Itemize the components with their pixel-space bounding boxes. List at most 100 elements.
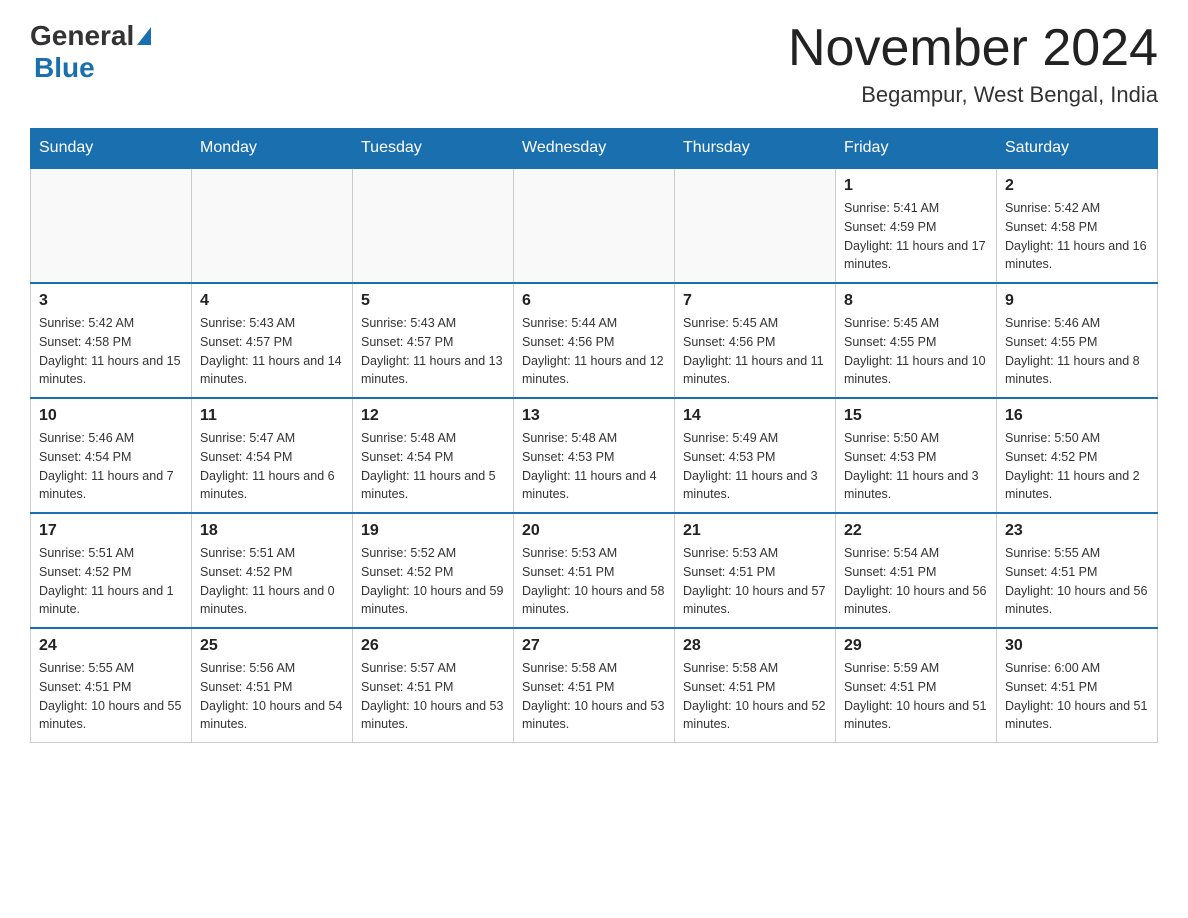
calendar-cell-w5-d4: 28Sunrise: 5:58 AMSunset: 4:51 PMDayligh… — [675, 628, 836, 743]
day-number: 14 — [683, 407, 827, 425]
day-number: 25 — [200, 637, 344, 655]
day-number: 13 — [522, 407, 666, 425]
day-info: Sunrise: 5:41 AMSunset: 4:59 PMDaylight:… — [844, 199, 988, 274]
page-header: General Blue November 2024 Begampur, Wes… — [30, 20, 1158, 108]
day-number: 18 — [200, 522, 344, 540]
header-wednesday: Wednesday — [514, 129, 675, 169]
header-thursday: Thursday — [675, 129, 836, 169]
calendar-cell-w2-d0: 3 Sunrise: 5:42 AMSunset: 4:58 PMDaylight… — [31, 283, 192, 398]
day-number: 9 — [1005, 292, 1149, 310]
day-info: Sunrise: 5:55 AMSunset: 4:51 PMDaylight:… — [39, 659, 183, 734]
calendar-cell-w4-d3: 20 Sunrise: 5:53 AMSunset: 4:51 PMDayligh… — [514, 513, 675, 628]
day-info: Sunrise: 5:48 AMSunset: 4:54 PMDaylight:… — [361, 429, 505, 504]
logo-triangle-icon — [137, 27, 151, 45]
day-info: Sunrise: 5:53 AMSunset: 4:51 PMDaylight:… — [522, 544, 666, 619]
day-number: 3 — [39, 292, 183, 310]
day-number: 1 — [844, 177, 988, 195]
day-info: Sunrise: 5:46 AMSunset: 4:54 PMDaylight:… — [39, 429, 183, 504]
calendar-cell-w3-d3: 13 Sunrise: 5:48 AMSunset: 4:53 PMDayligh… — [514, 398, 675, 513]
day-info: Sunrise: 5:42 AMSunset: 4:58 PMDaylight:… — [1005, 199, 1149, 274]
day-number: 29 — [844, 637, 988, 655]
day-number: 20 — [522, 522, 666, 540]
day-info: Sunrise: 5:43 AMSunset: 4:57 PMDaylight:… — [361, 314, 505, 389]
header-friday: Friday — [836, 129, 997, 169]
week-row-1: 1 Sunrise: 5:41 AMSunset: 4:59 PMDaylight… — [31, 168, 1158, 283]
day-info: Sunrise: 5:56 AMSunset: 4:51 PMDaylight:… — [200, 659, 344, 734]
calendar-cell-w5-d5: 29 Sunrise: 5:59 AMSunset: 4:51 PMDayligh… — [836, 628, 997, 743]
day-number: 7 — [683, 292, 827, 310]
calendar-cell-w3-d0: 10 Sunrise: 5:46 AMSunset: 4:54 PMDayligh… — [31, 398, 192, 513]
day-info: Sunrise: 5:55 AMSunset: 4:51 PMDaylight:… — [1005, 544, 1149, 619]
day-info: Sunrise: 5:47 AMSunset: 4:54 PMDaylight:… — [200, 429, 344, 504]
day-number: 10 — [39, 407, 183, 425]
day-number: 19 — [361, 522, 505, 540]
month-title: November 2024 — [788, 20, 1158, 77]
calendar-cell-w4-d6: 23 Sunrise: 5:55 AMSunset: 4:51 PMDayligh… — [997, 513, 1158, 628]
calendar-cell-w3-d1: 11 Sunrise: 5:47 AMSunset: 4:54 PMDayligh… — [192, 398, 353, 513]
day-info: Sunrise: 5:43 AMSunset: 4:57 PMDaylight:… — [200, 314, 344, 389]
header-saturday: Saturday — [997, 129, 1158, 169]
day-info: Sunrise: 5:45 AMSunset: 4:56 PMDaylight:… — [683, 314, 827, 389]
day-number: 5 — [361, 292, 505, 310]
day-number: 11 — [200, 407, 344, 425]
day-info: Sunrise: 5:52 AMSunset: 4:52 PMDaylight:… — [361, 544, 505, 619]
day-info: Sunrise: 6:00 AMSunset: 4:51 PMDaylight:… — [1005, 659, 1149, 734]
weekday-header-row: Sunday Monday Tuesday Wednesday Thursday… — [31, 129, 1158, 169]
calendar-cell-w4-d4: 21 Sunrise: 5:53 AMSunset: 4:51 PMDayligh… — [675, 513, 836, 628]
calendar-cell-w5-d1: 25 Sunrise: 5:56 AMSunset: 4:51 PMDayligh… — [192, 628, 353, 743]
calendar-cell-w2-d2: 5 Sunrise: 5:43 AMSunset: 4:57 PMDaylight… — [353, 283, 514, 398]
day-info: Sunrise: 5:49 AMSunset: 4:53 PMDaylight:… — [683, 429, 827, 504]
day-info: Sunrise: 5:54 AMSunset: 4:51 PMDaylight:… — [844, 544, 988, 619]
week-row-3: 10 Sunrise: 5:46 AMSunset: 4:54 PMDayligh… — [31, 398, 1158, 513]
day-number: 6 — [522, 292, 666, 310]
calendar-cell-w1-d6: 2 Sunrise: 5:42 AMSunset: 4:58 PMDaylight… — [997, 168, 1158, 283]
week-row-5: 24Sunrise: 5:55 AMSunset: 4:51 PMDayligh… — [31, 628, 1158, 743]
logo: General Blue — [30, 20, 151, 84]
location-title: Begampur, West Bengal, India — [788, 82, 1158, 108]
calendar-cell-w1-d0 — [31, 168, 192, 283]
day-number: 16 — [1005, 407, 1149, 425]
calendar-cell-w3-d6: 16 Sunrise: 5:50 AMSunset: 4:52 PMDayligh… — [997, 398, 1158, 513]
title-section: November 2024 Begampur, West Bengal, Ind… — [788, 20, 1158, 108]
calendar-table: Sunday Monday Tuesday Wednesday Thursday… — [30, 128, 1158, 743]
calendar-cell-w5-d2: 26Sunrise: 5:57 AMSunset: 4:51 PMDayligh… — [353, 628, 514, 743]
day-number: 26 — [361, 637, 505, 655]
day-info: Sunrise: 5:51 AMSunset: 4:52 PMDaylight:… — [200, 544, 344, 619]
calendar-cell-w3-d2: 12Sunrise: 5:48 AMSunset: 4:54 PMDayligh… — [353, 398, 514, 513]
day-number: 27 — [522, 637, 666, 655]
day-info: Sunrise: 5:58 AMSunset: 4:51 PMDaylight:… — [522, 659, 666, 734]
day-info: Sunrise: 5:59 AMSunset: 4:51 PMDaylight:… — [844, 659, 988, 734]
calendar-cell-w2-d3: 6 Sunrise: 5:44 AMSunset: 4:56 PMDaylight… — [514, 283, 675, 398]
day-number: 17 — [39, 522, 183, 540]
logo-general-text: General — [30, 20, 134, 52]
day-info: Sunrise: 5:53 AMSunset: 4:51 PMDaylight:… — [683, 544, 827, 619]
week-row-2: 3 Sunrise: 5:42 AMSunset: 4:58 PMDaylight… — [31, 283, 1158, 398]
day-info: Sunrise: 5:44 AMSunset: 4:56 PMDaylight:… — [522, 314, 666, 389]
calendar-cell-w2-d4: 7 Sunrise: 5:45 AMSunset: 4:56 PMDaylight… — [675, 283, 836, 398]
day-number: 23 — [1005, 522, 1149, 540]
day-info: Sunrise: 5:48 AMSunset: 4:53 PMDaylight:… — [522, 429, 666, 504]
calendar-cell-w5-d6: 30 Sunrise: 6:00 AMSunset: 4:51 PMDayligh… — [997, 628, 1158, 743]
calendar-cell-w1-d5: 1 Sunrise: 5:41 AMSunset: 4:59 PMDaylight… — [836, 168, 997, 283]
calendar-cell-w2-d5: 8Sunrise: 5:45 AMSunset: 4:55 PMDaylight… — [836, 283, 997, 398]
day-number: 2 — [1005, 177, 1149, 195]
calendar-cell-w5-d0: 24Sunrise: 5:55 AMSunset: 4:51 PMDayligh… — [31, 628, 192, 743]
header-monday: Monday — [192, 129, 353, 169]
week-row-4: 17 Sunrise: 5:51 AMSunset: 4:52 PMDayligh… — [31, 513, 1158, 628]
calendar-cell-w1-d1 — [192, 168, 353, 283]
header-tuesday: Tuesday — [353, 129, 514, 169]
day-info: Sunrise: 5:42 AMSunset: 4:58 PMDaylight:… — [39, 314, 183, 389]
calendar-cell-w2-d6: 9Sunrise: 5:46 AMSunset: 4:55 PMDaylight… — [997, 283, 1158, 398]
calendar-cell-w1-d2 — [353, 168, 514, 283]
day-info: Sunrise: 5:50 AMSunset: 4:52 PMDaylight:… — [1005, 429, 1149, 504]
calendar-cell-w3-d4: 14 Sunrise: 5:49 AMSunset: 4:53 PMDayligh… — [675, 398, 836, 513]
day-number: 8 — [844, 292, 988, 310]
day-number: 30 — [1005, 637, 1149, 655]
day-number: 4 — [200, 292, 344, 310]
logo-blue-text: Blue — [34, 52, 95, 84]
calendar-cell-w4-d5: 22Sunrise: 5:54 AMSunset: 4:51 PMDayligh… — [836, 513, 997, 628]
day-number: 21 — [683, 522, 827, 540]
calendar-cell-w3-d5: 15Sunrise: 5:50 AMSunset: 4:53 PMDayligh… — [836, 398, 997, 513]
calendar-cell-w4-d0: 17Sunrise: 5:51 AMSunset: 4:52 PMDayligh… — [31, 513, 192, 628]
calendar-cell-w4-d2: 19 Sunrise: 5:52 AMSunset: 4:52 PMDayligh… — [353, 513, 514, 628]
